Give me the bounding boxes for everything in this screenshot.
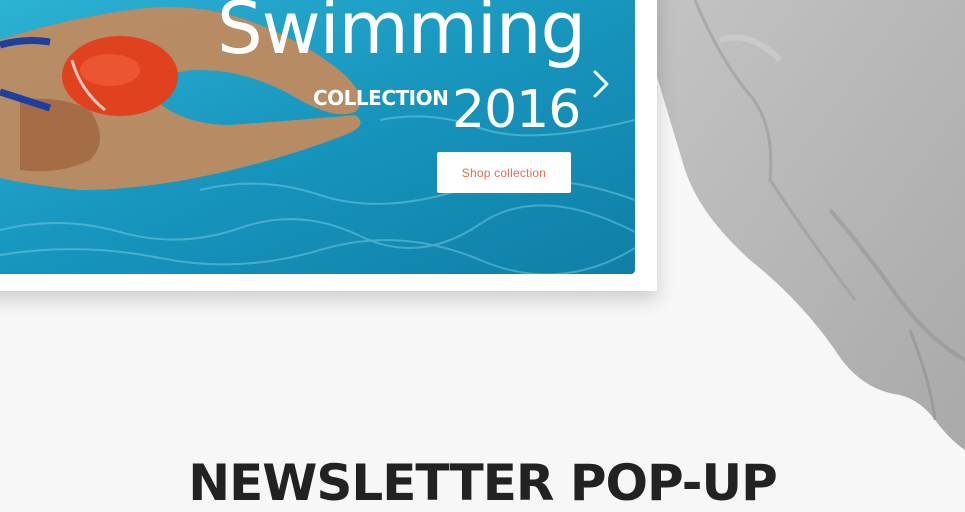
collection-banner-card: Swimming COLLECTION 2016 Shop collection [0, 0, 657, 291]
banner-year: 2016 [452, 80, 581, 140]
banner-title: Swimming [217, 0, 586, 70]
chevron-right-icon[interactable] [589, 68, 613, 100]
banner-subtitle: COLLECTION [313, 86, 449, 110]
section-headline: NEWSLETTER POP-UP [188, 454, 778, 512]
shop-collection-button[interactable]: Shop collection [437, 152, 571, 193]
